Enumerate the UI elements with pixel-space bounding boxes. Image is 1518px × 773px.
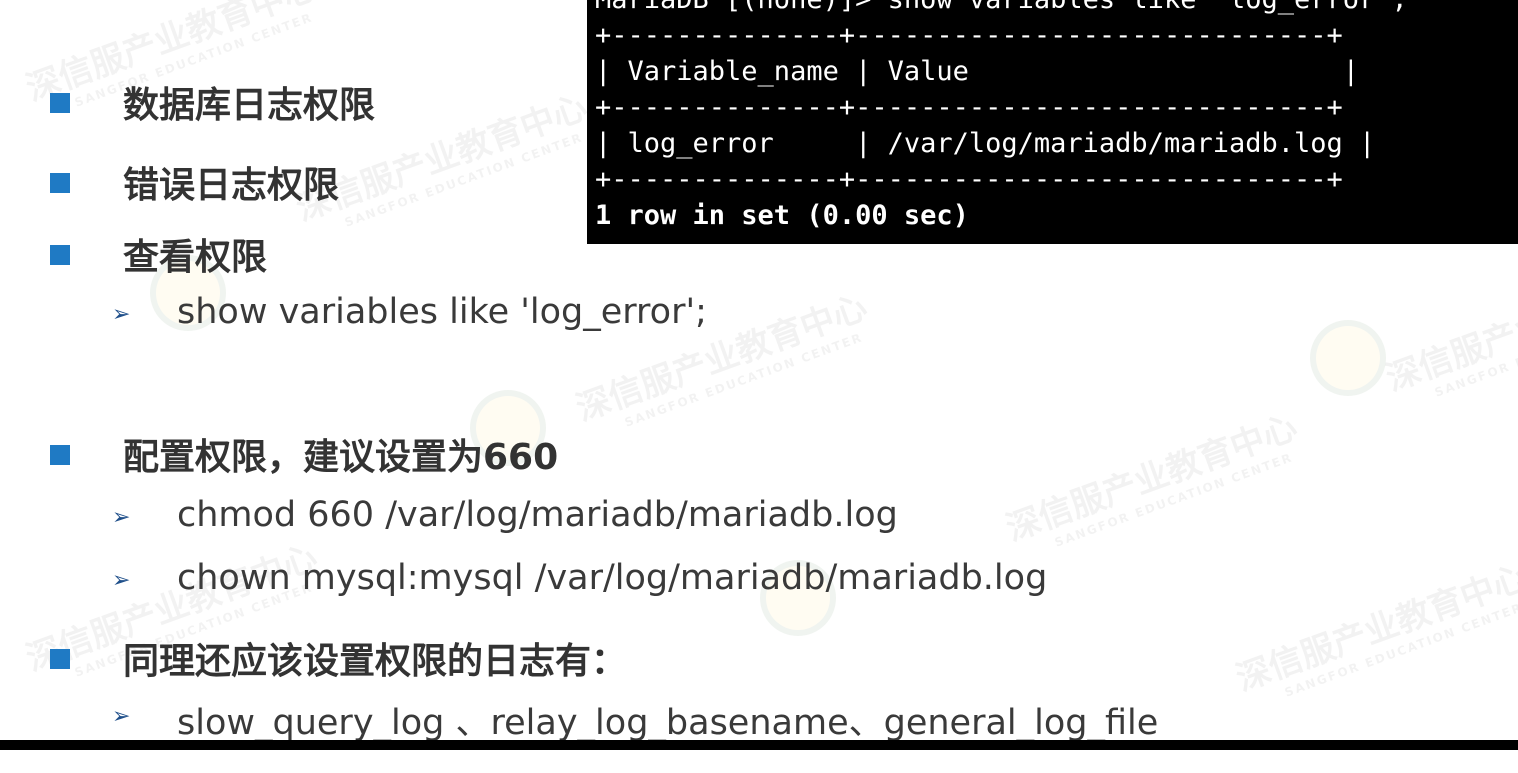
table-header-row: | Variable_name | Value |: [595, 56, 1360, 87]
square-bullet-icon: [50, 173, 70, 193]
table-border-line: +--------------+------------------------…: [595, 164, 1343, 195]
square-bullet-icon: [50, 93, 70, 113]
sub-bullet-log-list: ➢ slow_query_log 、relay_log_basename、gen…: [112, 694, 1158, 745]
table-border-line: +--------------+------------------------…: [595, 92, 1343, 123]
table-row: | log_error | /var/log/mariadb/mariadb.l…: [595, 128, 1376, 159]
watermark-logo-icon: [1310, 320, 1386, 396]
sub-bullet-label: slow_query_log 、relay_log_basename、gener…: [177, 703, 1159, 743]
bullet-error-log-permission: 错误日志权限: [50, 156, 339, 208]
square-bullet-icon: [50, 649, 70, 669]
terminal-result-line: 1 row in set (0.00 sec): [595, 200, 969, 231]
arrow-bullet-icon: ➢: [112, 505, 131, 530]
bullet-similar-logs: 同理还应该设置权限的日志有：: [50, 632, 627, 684]
arrow-bullet-icon: ➢: [112, 704, 131, 729]
table-border-line: +--------------+------------------------…: [595, 20, 1343, 51]
watermark: 深信服产业教育中心 SANGFOR EDUCATION CENTER: [1231, 557, 1518, 700]
terminal-output: MariaDB [(none)]> show variables like 'l…: [587, 0, 1518, 244]
bullet-label: 同理还应该设置权限的日志有：: [123, 641, 628, 682]
terminal-prompt-line: MariaDB [(none)]> show variables like 'l…: [595, 0, 1518, 18]
sub-bullet-label: show variables like 'log_error';: [177, 292, 707, 332]
watermark: 深信服产业教育中心 SANGFOR EDUCATION CENTER: [1381, 257, 1518, 400]
square-bullet-icon: [50, 245, 70, 265]
sub-bullet-label: chmod 660 /var/log/mariadb/mariadb.log: [177, 495, 898, 535]
bullet-label: 错误日志权限: [123, 165, 340, 206]
sub-bullet-chown: ➢ chown mysql:mysql /var/log/mariadb/mar…: [112, 558, 1047, 598]
bullet-config-permission: 配置权限，建议设置为660: [50, 428, 558, 480]
arrow-bullet-icon: ➢: [112, 302, 131, 327]
bullet-label: 查看权限: [123, 237, 268, 278]
bullet-label: 数据库日志权限: [123, 85, 376, 126]
sub-bullet-label: chown mysql:mysql /var/log/mariadb/maria…: [177, 558, 1048, 598]
bullet-label: 配置权限，建议设置为660: [123, 437, 559, 478]
sub-bullet-view-command: ➢ show variables like 'log_error';: [112, 292, 707, 332]
bullet-db-log-permission: 数据库日志权限: [50, 76, 375, 128]
arrow-bullet-icon: ➢: [112, 568, 131, 593]
sub-bullet-chmod: ➢ chmod 660 /var/log/mariadb/mariadb.log: [112, 495, 898, 535]
bottom-bar: [0, 740, 1518, 750]
square-bullet-icon: [50, 445, 70, 465]
bullet-view-permission: 查看权限: [50, 228, 267, 280]
watermark: 深信服产业教育中心 SANGFOR EDUCATION CENTER: [1001, 407, 1303, 550]
